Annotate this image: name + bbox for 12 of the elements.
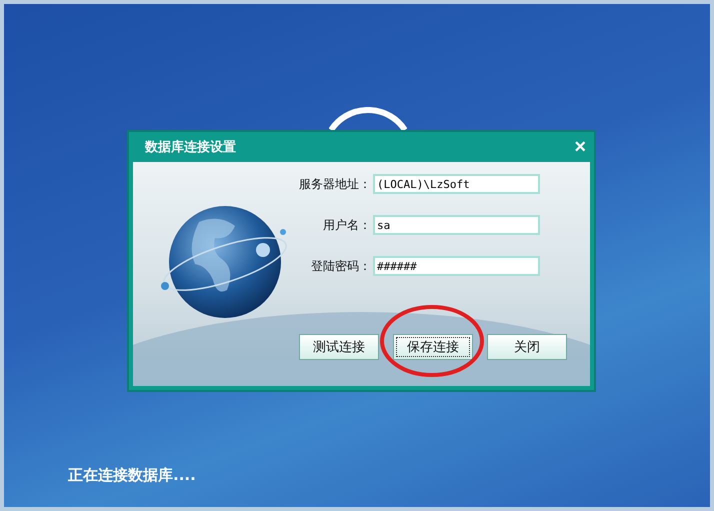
logo-icon	[329, 107, 407, 130]
field-label: 服务器地址：	[299, 176, 371, 192]
input-field[interactable]: ######	[373, 256, 540, 276]
field-label: 登陆密码：	[311, 258, 371, 274]
input-field[interactable]: sa	[373, 215, 540, 235]
field-label: 用户名：	[323, 216, 371, 234]
dialog-title: 数据库连接设置	[145, 138, 236, 156]
status-text: 正在连接数据库....	[68, 466, 196, 485]
dialog-button[interactable]: 关闭	[487, 334, 567, 360]
input-field[interactable]: (LOCAL)\LzSoft	[373, 174, 540, 194]
dialog-button[interactable]: 保存连接	[393, 334, 473, 360]
dialog-button[interactable]: 测试连接	[299, 334, 379, 360]
